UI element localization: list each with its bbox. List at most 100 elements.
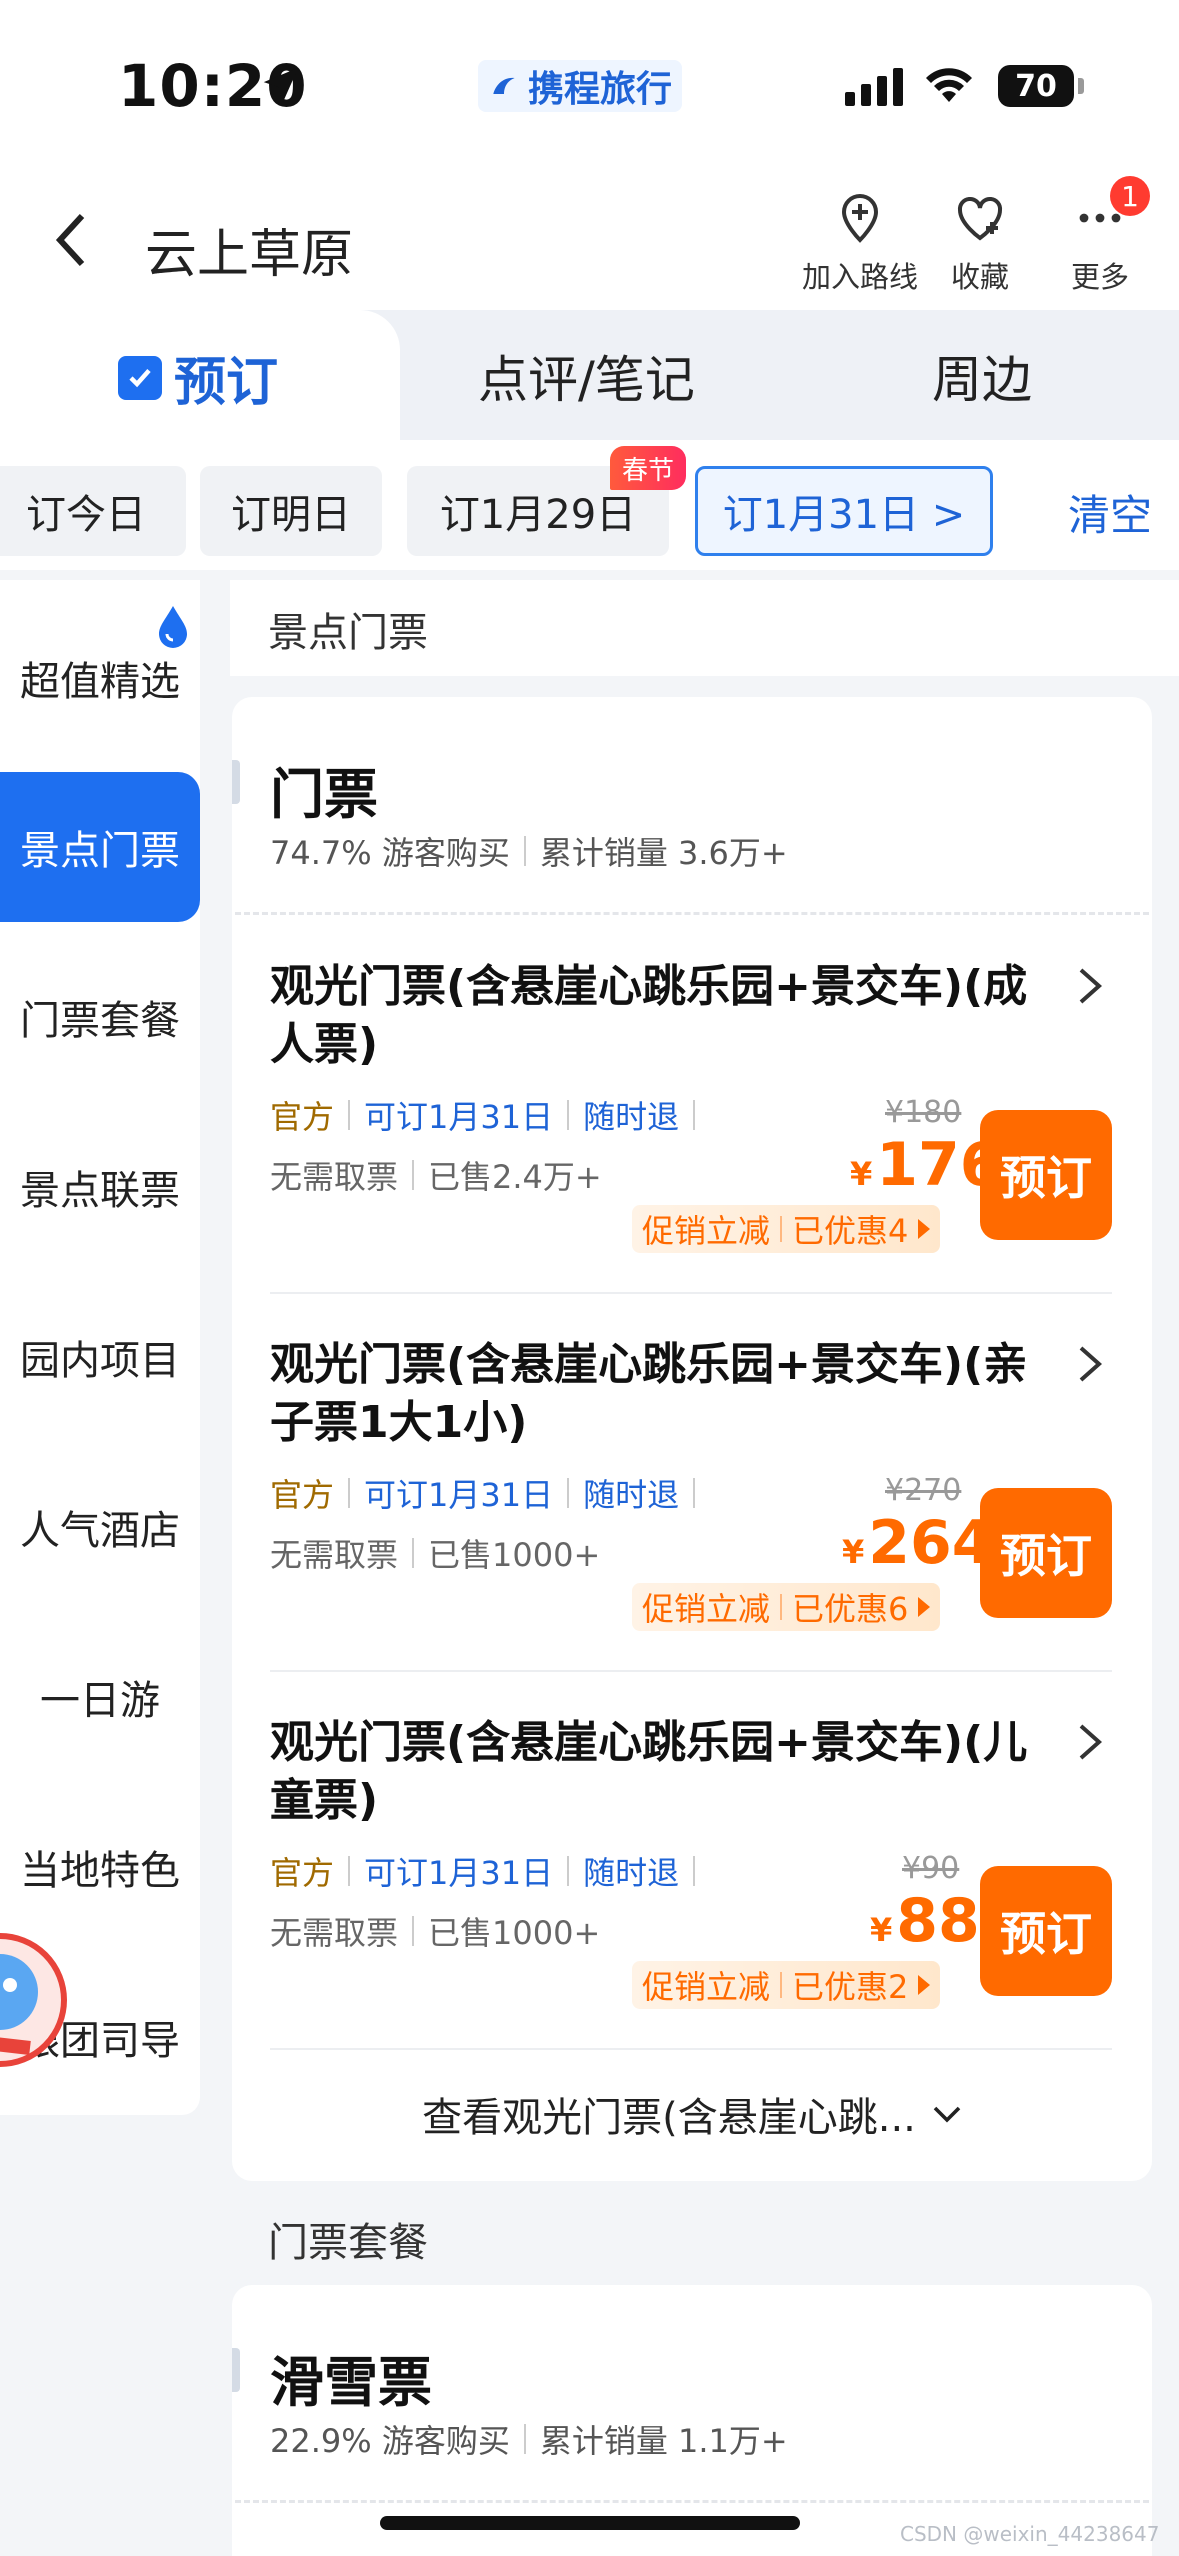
tab-nearby[interactable]: 周边: [932, 340, 1032, 412]
ticket-meta: 无需取票 已售2.4万+: [270, 1152, 602, 1198]
mascot-float-icon[interactable]: [0, 1930, 80, 2070]
promo-badge[interactable]: 促销立减 已优惠4: [632, 1205, 941, 1253]
card-accent-bar: [232, 760, 240, 804]
divider: [235, 2500, 1149, 2503]
tag-bookable-date: 可订1月31日: [364, 1098, 554, 1136]
price-value: 264: [868, 1508, 994, 1578]
no-pickup-label: 无需取票: [270, 1914, 399, 1952]
separator: [412, 1160, 415, 1190]
battery-indicator: 70: [998, 65, 1074, 107]
promo-label: 促销立减: [642, 1590, 771, 1628]
currency-symbol: ¥: [850, 1155, 873, 1193]
card-stats: 74.7% 游客购买 累计销量 3.6万+: [270, 828, 788, 874]
chevron-down-icon: [933, 2106, 961, 2123]
separator: [780, 1972, 783, 1998]
promo-label: 促销立减: [642, 1212, 771, 1250]
tab-booking[interactable]: 预订: [118, 340, 278, 415]
back-chevron-icon[interactable]: [52, 210, 92, 270]
promo-badge[interactable]: 促销立减 已优惠6: [632, 1583, 941, 1631]
separator: [523, 2424, 526, 2454]
sale-price: ¥ 176: [850, 1130, 1002, 1200]
ticket-meta: 无需取票 已售1000+: [270, 1530, 600, 1576]
tag-refundable: 随时退: [583, 1854, 680, 1892]
sold-count: 已售1000+: [428, 1536, 601, 1574]
date-chip-today[interactable]: 订今日: [0, 466, 186, 556]
divider: [270, 1292, 1112, 1294]
promo-label: 促销立减: [642, 1968, 771, 2006]
book-button[interactable]: 预订: [980, 1488, 1112, 1618]
page-title: 云上草原: [145, 225, 354, 285]
price-value: 88: [896, 1886, 980, 1956]
sidebar-item-value-picks[interactable]: 超值精选: [0, 603, 200, 753]
route-pin-icon: [841, 193, 879, 243]
date-chip-tomorrow[interactable]: 订明日: [200, 466, 382, 556]
sidebar-item-day-tours[interactable]: 一日游: [0, 1622, 200, 1772]
chevron-right-icon[interactable]: [1075, 1722, 1105, 1762]
checkbox-icon: [118, 355, 162, 400]
ctrip-dolphin-icon: [493, 77, 515, 94]
tag-bookable-date: 可订1月31日: [364, 1476, 554, 1514]
discount-label: 已优惠4: [792, 1212, 909, 1250]
tab-reviews[interactable]: 点评/笔记: [478, 340, 695, 412]
home-indicator[interactable]: [380, 2516, 800, 2530]
watermark: CSDN @weixin_44238647: [900, 2522, 1160, 2546]
location-arrow-icon: [263, 67, 299, 103]
app-name: 携程旅行: [528, 69, 673, 110]
book-button[interactable]: 预订: [980, 1110, 1112, 1240]
sidebar-item-local-specials[interactable]: 当地特色: [0, 1792, 200, 1942]
ticket-name[interactable]: 观光门票(含悬崖心跳乐园+景交车)(亲子票1大1小): [270, 1336, 1050, 1452]
sidebar-item-hotels[interactable]: 人气酒店: [0, 1452, 200, 1602]
sales-total: 累计销量 3.6万+: [539, 834, 788, 872]
date-chip-jan31[interactable]: 订1月31日 >: [695, 466, 993, 556]
wifi-icon: [926, 68, 972, 102]
ticket-name[interactable]: 观光门票(含悬崖心跳乐园+景交车)(成人票): [270, 958, 1050, 1074]
triangle-right-icon: [918, 1597, 931, 1617]
separator: [780, 1594, 783, 1620]
buy-ratio: 22.9% 游客购买: [270, 2422, 510, 2460]
chevron-right-icon[interactable]: [1075, 966, 1105, 1006]
divider: [270, 1670, 1112, 1672]
separator: [567, 1100, 570, 1130]
separator: [567, 1478, 570, 1508]
tab-booking-label: 预订: [174, 353, 279, 413]
tag-official: 官方: [270, 1854, 335, 1892]
sold-count: 已售2.4万+: [428, 1158, 602, 1196]
festival-badge: 春节: [610, 446, 687, 490]
more-label: 更多: [1070, 260, 1129, 294]
separator: [412, 1538, 415, 1568]
divider: [235, 912, 1149, 915]
sidebar-item-tickets[interactable]: 景点门票: [0, 772, 200, 922]
section-label-tickets: 景点门票: [268, 610, 428, 656]
separator: [348, 1100, 351, 1130]
separator: [693, 1478, 696, 1508]
sale-price: ¥ 88: [870, 1886, 980, 1956]
no-pickup-label: 无需取票: [270, 1158, 399, 1196]
ticket-name[interactable]: 观光门票(含悬崖心跳乐园+景交车)(儿童票): [270, 1714, 1050, 1830]
card-stats: 22.9% 游客购买 累计销量 1.1万+: [270, 2416, 788, 2462]
book-button[interactable]: 预订: [980, 1866, 1112, 1996]
add-route-button[interactable]: 加入路线: [802, 190, 918, 296]
buy-ratio: 74.7% 游客购买: [270, 834, 510, 872]
ticket-tags: 官方 可订1月31日 随时退: [270, 1092, 696, 1138]
app-badge[interactable]: 携程旅行: [478, 60, 683, 112]
separator: [567, 1856, 570, 1886]
promo-badge[interactable]: 促销立减 已优惠2: [632, 1961, 941, 2009]
sidebar-item-packages[interactable]: 门票套餐: [0, 942, 200, 1092]
original-price: ¥180: [885, 1095, 962, 1130]
sidebar-item-park-activities[interactable]: 园内项目: [0, 1282, 200, 1432]
favorite-button[interactable]: 收藏: [930, 190, 1030, 296]
divider: [270, 2048, 1112, 2050]
view-more-label: 查看观光门票(含悬崖心跳...: [422, 2095, 916, 2141]
separator: [780, 1216, 783, 1242]
card-title: 门票: [270, 763, 378, 826]
view-more-link[interactable]: 查看观光门票(含悬崖心跳...: [232, 2085, 1152, 2143]
chevron-right-icon[interactable]: [1075, 1344, 1105, 1384]
ticket-tags: 官方 可订1月31日 随时退: [270, 1848, 696, 1894]
triangle-right-icon: [918, 1975, 931, 1995]
sidebar-item-combo-tickets[interactable]: 景点联票: [0, 1112, 200, 1262]
clear-dates-button[interactable]: 清空: [1068, 482, 1152, 543]
card-title: 滑雪票: [270, 2351, 432, 2414]
heart-plus-icon: [957, 197, 1003, 241]
original-price: ¥90: [902, 1851, 960, 1886]
ticket-meta: 无需取票 已售1000+: [270, 1908, 600, 1954]
